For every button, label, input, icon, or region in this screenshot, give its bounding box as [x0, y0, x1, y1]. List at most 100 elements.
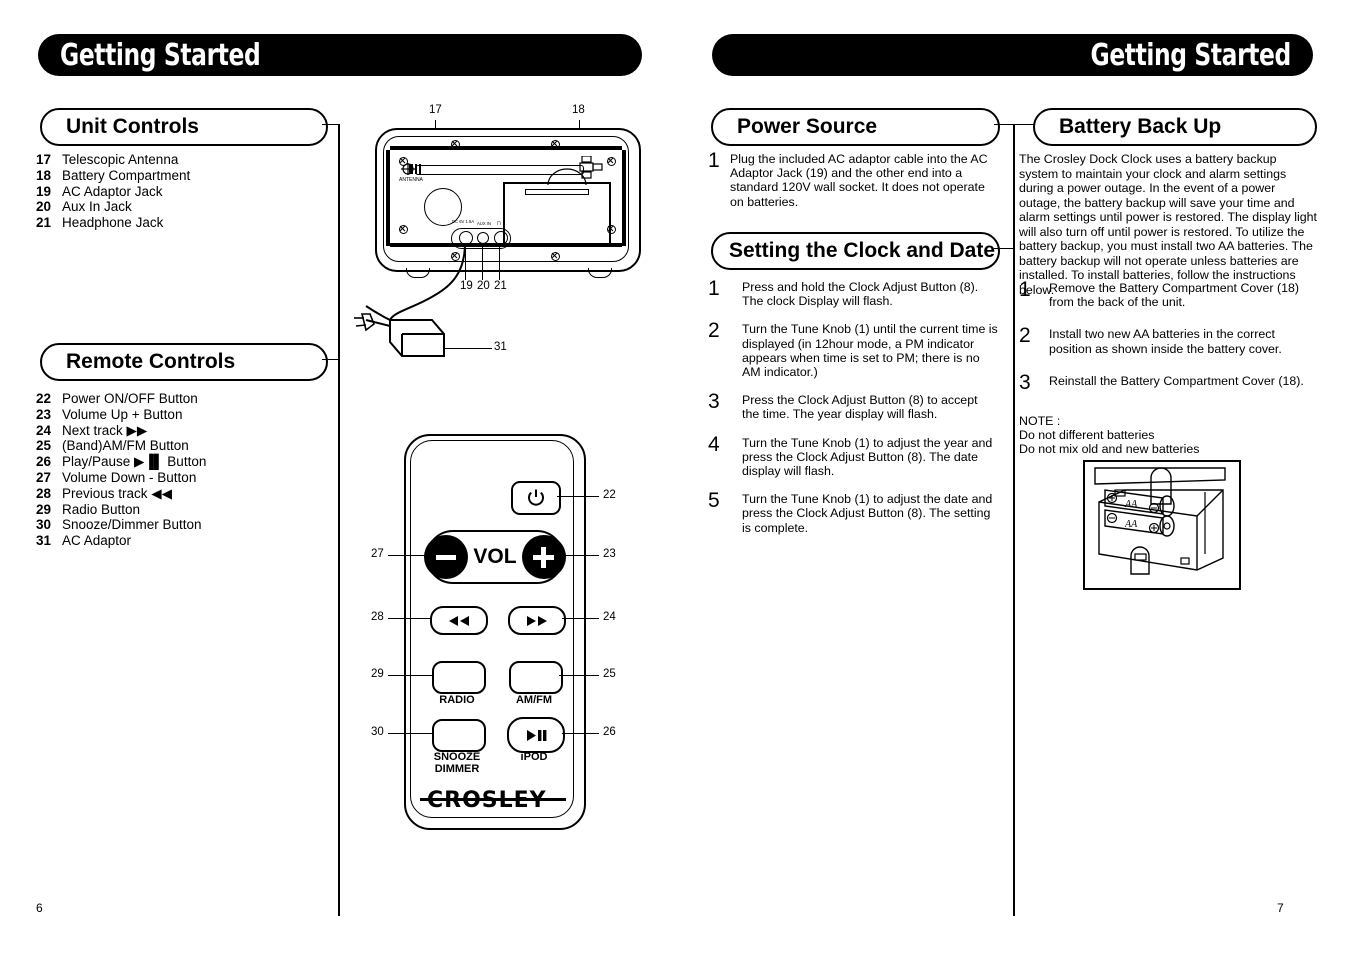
connector-power-source [994, 124, 1015, 126]
screw-icon [607, 157, 616, 166]
list-item-label: Headphone Jack [62, 215, 164, 231]
list-item: 26 Play/Pause ▶▐▌ Button [36, 454, 206, 470]
list-item: 21 Headphone Jack [36, 215, 190, 231]
page-header-title-left: Getting Started [60, 37, 261, 73]
previous-track-button[interactable] [430, 606, 488, 635]
section-heading-battery-backup: Battery Back Up [1033, 108, 1317, 146]
dc-jack-label: DC 6V 1.5A [452, 219, 475, 224]
snooze-dimmer-button-label-line2: DIMMER [434, 763, 480, 775]
list-item-label: (Band)AM/FM Button [62, 438, 189, 454]
section-heading-setting-clock: Setting the Clock and Date [711, 232, 1000, 270]
left-page: Getting Started Unit Controls 17 Telesco… [0, 0, 676, 954]
leader-line-27 [388, 555, 428, 557]
list-item: 18 Battery Compartment [36, 168, 190, 184]
section-heading-setting-clock-label: Setting the Clock and Date [729, 239, 996, 262]
connector-setting-clock [994, 248, 1015, 250]
steps-battery-backup: 1 Remove the Battery Compartment Cover (… [1019, 279, 1319, 402]
power-icon [528, 489, 544, 506]
list-item-number: 22 [36, 391, 52, 406]
leader-line-28 [388, 618, 430, 620]
power-button[interactable] [511, 481, 561, 515]
list-item: 31 AC Adaptor [36, 533, 206, 549]
list-item-number: 24 [36, 422, 52, 438]
section-heading-unit-controls-label: Unit Controls [66, 115, 199, 138]
list-item-label: Aux In Jack [62, 199, 132, 215]
leader-line-31 [444, 348, 492, 350]
battery-note-title: NOTE : [1019, 414, 1061, 428]
step: 1 Press and hold the Clock Adjust Button… [708, 278, 998, 309]
leader-line-21 [499, 243, 501, 280]
list-item-label: AC Adaptor Jack [62, 183, 163, 199]
svg-text:AA: AA [1124, 519, 1138, 530]
list-item-number: 19 [36, 183, 52, 199]
radio-button[interactable] [432, 661, 486, 694]
volume-down-button[interactable] [424, 535, 468, 579]
volume-label: VOL [473, 545, 517, 568]
list-item-number: 18 [36, 167, 52, 183]
callout-22: 22 [603, 489, 616, 501]
list-item: 24 Next track ▶▶ [36, 423, 206, 439]
leader-line-29 [388, 675, 432, 677]
section-heading-battery-backup-label: Battery Back Up [1059, 115, 1222, 138]
list-item: 25 (Band)AM/FM Button [36, 438, 206, 454]
leader-line-30 [388, 733, 432, 735]
volume-up-button[interactable] [521, 535, 566, 579]
am-fm-button[interactable] [509, 661, 563, 694]
list-item: 17 Telescopic Antenna [36, 152, 190, 168]
step-text: Turn the Tune Knob (1) to adjust the yea… [742, 435, 993, 479]
section-heading-unit-controls: Unit Controls [40, 108, 328, 146]
ac-adaptor-brick-icon [354, 313, 445, 357]
list-item-label: Battery Compartment [62, 167, 191, 183]
screw-icon [451, 140, 460, 149]
connector-battery-backup [1015, 124, 1035, 126]
connector-unit-controls [322, 124, 340, 126]
step: 1 Remove the Battery Compartment Cover (… [1019, 279, 1319, 309]
callout-29: 29 [371, 668, 384, 680]
battery-compartment-drawing: AA AA [1094, 467, 1226, 575]
step-text: Turn the Tune Knob (1) to adjust the dat… [742, 492, 993, 535]
step: 5 Turn the Tune Knob (1) to adjust the d… [708, 489, 998, 535]
column-divider-left [338, 124, 341, 916]
step-text: Install two new AA batteries in the corr… [1049, 327, 1282, 356]
step-text: Reinstall the Battery Compartment Cover … [1049, 373, 1304, 388]
step-number: 5 [708, 489, 720, 513]
right-page: Getting Started Power Source 1 Plug the … [676, 0, 1351, 954]
page-header-banner-left: Getting Started [38, 34, 642, 76]
list-item-label: Volume Down - Button [62, 469, 197, 485]
screw-icon [551, 252, 560, 261]
step-number: 1 [708, 149, 720, 172]
list-remote-controls: 22 Power ON/OFF Button 23 Volume Up + Bu… [36, 391, 206, 549]
battery-note-line-2: Do not mix old and new batteries [1019, 442, 1200, 456]
step-text: Plug the included AC adaptor cable into … [730, 152, 988, 209]
callout-17: 17 [429, 104, 442, 116]
column-divider-right [1013, 124, 1016, 916]
section-heading-power-source: Power Source [711, 108, 1000, 146]
list-item-number: 29 [36, 501, 52, 517]
list-item-number: 20 [36, 199, 52, 215]
volume-control-capsule: VOL [424, 530, 566, 584]
list-item-label: Previous track ◀◀ [62, 485, 173, 501]
page-number-right: 7 [1277, 901, 1284, 915]
screw-icon [551, 140, 560, 149]
step-text: Press and hold the Clock Adjust Button (… [742, 280, 979, 309]
step-text: Press the Clock Adjust Button (8) to acc… [742, 393, 978, 422]
list-item: 22 Power ON/OFF Button [36, 391, 206, 407]
callout-25: 25 [603, 668, 616, 680]
list-item: 28 Previous track ◀◀ [36, 486, 206, 502]
list-item-label: Power ON/OFF Button [62, 391, 198, 406]
next-track-button[interactable] [508, 606, 566, 635]
play-pause-ipod-button[interactable] [507, 717, 565, 753]
battery-door-arc [547, 168, 587, 186]
page-number-left: 6 [36, 901, 43, 915]
steps-power-source: 1 Plug the included AC adaptor cable int… [708, 149, 998, 223]
page-header-banner-right: Getting Started [712, 34, 1313, 76]
snooze-dimmer-button[interactable] [432, 719, 486, 752]
minus-icon [436, 554, 456, 560]
headphone-icon: ∩ [496, 218, 502, 227]
list-item-number: 25 [36, 438, 52, 454]
plus-icon-bar [533, 554, 555, 560]
list-item-label: AC Adaptor [62, 533, 132, 549]
list-item-label: Snooze/Dimmer Button [62, 517, 202, 533]
list-item-number: 28 [36, 485, 52, 501]
list-item-label: Telescopic Antenna [62, 152, 179, 167]
